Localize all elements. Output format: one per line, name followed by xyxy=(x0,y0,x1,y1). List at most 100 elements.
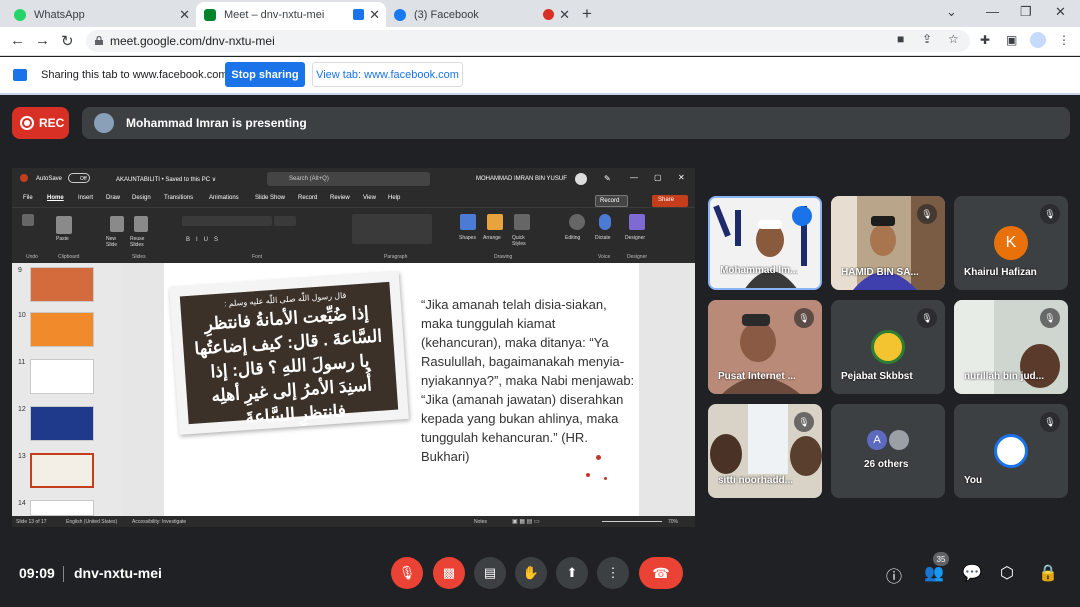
font-size-select[interactable] xyxy=(274,216,296,226)
participant-tile[interactable]: Mohammad Im... xyxy=(708,196,822,290)
microphone-icon[interactable] xyxy=(599,214,611,230)
people-icon[interactable]: 👥 xyxy=(924,563,944,583)
powerpoint-icon xyxy=(20,174,28,182)
menu-icon[interactable]: ⋮ xyxy=(1058,33,1070,47)
slide-thumb[interactable] xyxy=(30,359,94,394)
menu-design[interactable]: Design xyxy=(132,195,151,201)
arrange-icon[interactable] xyxy=(487,214,503,230)
menu-file[interactable]: File xyxy=(23,195,33,201)
stop-sharing-button[interactable]: Stop sharing xyxy=(225,62,305,87)
ppt-user-avatar[interactable] xyxy=(575,173,587,185)
new-tab-icon[interactable]: + xyxy=(582,4,592,24)
close-window-icon[interactable]: ✕ xyxy=(1055,4,1066,20)
close-icon[interactable]: ✕ xyxy=(559,7,570,23)
accessibility-status[interactable]: Accessibility: Investigate xyxy=(132,519,186,525)
chat-icon[interactable]: 💬 xyxy=(962,563,982,583)
menu-record[interactable]: Record xyxy=(298,195,317,201)
slide-thumbnails: 9 10 11 12 13 14 xyxy=(12,263,122,516)
menu-view[interactable]: View xyxy=(363,195,376,201)
ppt-search-input[interactable]: Search (Alt+Q) xyxy=(267,172,430,186)
notes-button[interactable]: Notes xyxy=(474,519,487,525)
share-icon[interactable]: ⇪ xyxy=(922,32,932,46)
slide-thumb-selected[interactable] xyxy=(30,453,94,488)
minimize-icon[interactable]: — xyxy=(986,4,999,19)
mic-off-icon: 🎙 xyxy=(917,308,937,328)
close-icon[interactable]: ✕ xyxy=(179,7,190,23)
camera-icon[interactable]: ■ xyxy=(897,32,904,46)
participant-tile[interactable]: 🎙 sitti noorhadd... xyxy=(708,404,822,498)
activities-icon[interactable]: ⬡ xyxy=(1000,563,1014,583)
host-controls-icon[interactable]: 🔒 xyxy=(1038,563,1058,583)
language-status[interactable]: English (United States) xyxy=(66,519,117,525)
undo-icon[interactable] xyxy=(22,214,34,226)
new-slide-icon[interactable] xyxy=(110,216,124,232)
address-bar[interactable]: meet.google.com/dnv-nxtu-mei xyxy=(86,30,970,52)
view-tab-button[interactable]: View tab: www.facebook.com xyxy=(312,62,463,87)
tab-meet[interactable]: Meet – dnv-nxtu-mei ✕ xyxy=(196,2,386,27)
font-format-buttons[interactable]: BIUS xyxy=(186,237,224,243)
extensions-icon[interactable]: ✚ xyxy=(980,33,990,47)
menu-draw[interactable]: Draw xyxy=(106,195,120,201)
back-icon[interactable]: ← xyxy=(10,32,25,49)
forward-icon[interactable]: → xyxy=(35,32,50,49)
ppt-share-button[interactable]: Share xyxy=(652,195,688,207)
tab-whatsapp[interactable]: WhatsApp ✕ xyxy=(6,2,196,27)
zoom-level[interactable]: 70% xyxy=(668,519,678,525)
ppt-record-button[interactable]: Record xyxy=(595,195,628,207)
profile-avatar[interactable] xyxy=(1030,32,1046,48)
designer-icon[interactable] xyxy=(629,214,645,230)
bookmark-star-icon[interactable]: ☆ xyxy=(948,32,959,46)
reuse-slides-icon[interactable] xyxy=(134,216,148,232)
paragraph-tools[interactable] xyxy=(352,214,432,244)
menu-review[interactable]: Review xyxy=(330,195,350,201)
captions-button[interactable]: ▤ xyxy=(474,557,506,589)
leave-call-button[interactable]: ☎ xyxy=(639,557,683,589)
view-buttons[interactable]: ▣ ▦ ▤ ▭ xyxy=(512,518,540,525)
menu-insert[interactable]: Insert xyxy=(78,195,93,201)
close-icon[interactable]: ✕ xyxy=(678,173,685,182)
slide-thumb[interactable] xyxy=(30,500,94,516)
quick-styles-icon[interactable] xyxy=(514,214,530,230)
side-panel-icon[interactable]: ▣ xyxy=(1006,33,1017,47)
present-button[interactable]: ⬆ xyxy=(556,557,588,589)
participant-tile[interactable]: 🎙 nurillah bin jud... xyxy=(954,300,1068,394)
slide-thumb[interactable] xyxy=(30,406,94,441)
menu-transitions[interactable]: Transitions xyxy=(164,195,193,201)
menu-slide-show[interactable]: Slide Show xyxy=(255,195,285,201)
camera-toggle-button[interactable]: ▩ xyxy=(433,557,465,589)
slide-thumb[interactable] xyxy=(30,312,94,347)
font-name-select[interactable] xyxy=(182,216,272,226)
editing-icon[interactable] xyxy=(569,214,585,230)
pen-icon[interactable]: ✎ xyxy=(604,174,611,183)
mic-toggle-button[interactable]: 🎙 xyxy=(391,557,423,589)
tab-search-icon[interactable]: ⌄ xyxy=(946,4,957,20)
ppt-scrollbar[interactable] xyxy=(689,263,695,516)
close-icon[interactable]: ✕ xyxy=(369,7,380,23)
participant-tile-self[interactable]: 🎙 You xyxy=(954,404,1068,498)
info-icon[interactable]: ⓘ xyxy=(886,563,902,587)
raise-hand-button[interactable]: ✋ xyxy=(515,557,547,589)
zoom-slider[interactable] xyxy=(602,521,662,522)
tab-facebook[interactable]: (3) Facebook ✕ xyxy=(386,2,576,27)
participant-tile[interactable]: K 🎙 Khairul Hafizan xyxy=(954,196,1068,290)
current-slide[interactable]: قال رسول اللّٰه صلى اللّٰه عليه وسلم : إ… xyxy=(164,263,639,516)
slide-thumb[interactable] xyxy=(30,267,94,302)
others-tile[interactable]: A 26 others xyxy=(831,404,945,498)
shapes-icon[interactable] xyxy=(460,214,476,230)
paste-icon[interactable] xyxy=(56,216,72,234)
menu-help[interactable]: Help xyxy=(388,195,400,201)
restore-icon[interactable]: ▢ xyxy=(654,173,662,182)
participant-tile[interactable]: 🎙 Pejabat Skbbst xyxy=(831,300,945,394)
camera-off-icon: ▩ xyxy=(442,565,456,580)
menu-animations[interactable]: Animations xyxy=(209,195,239,201)
reload-icon[interactable]: ↻ xyxy=(61,32,74,50)
participant-tile[interactable]: 🎙 Pusat Internet ... xyxy=(708,300,822,394)
recording-indicator[interactable]: REC xyxy=(12,107,69,139)
restore-icon[interactable]: ❐ xyxy=(1020,4,1032,20)
minimize-icon[interactable]: — xyxy=(630,173,638,182)
more-options-button[interactable]: ⋮ xyxy=(597,557,629,589)
meeting-code: dnv-nxtu-mei xyxy=(74,565,162,581)
menu-home[interactable]: Home xyxy=(47,195,64,201)
participant-tile[interactable]: 🎙 HAMID BIN SA... xyxy=(831,196,945,290)
autosave-toggle[interactable]: Off xyxy=(68,173,90,183)
